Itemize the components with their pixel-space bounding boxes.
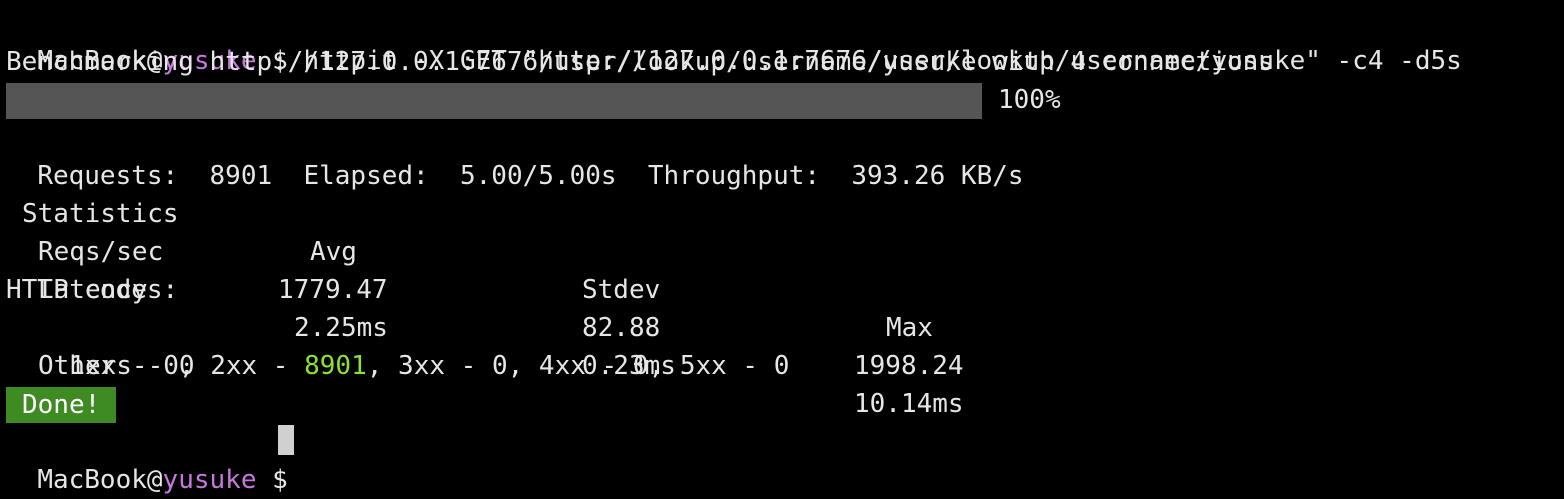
http-codes-label: HTTP codes:: [6, 275, 179, 305]
benchmarking-line: Benchmarking http://127.0.0.1:7676/user/…: [6, 47, 1274, 77]
stats-row: Reqs/sec 1779.47 82.88 1998.24: [0, 195, 1564, 381]
http-codes-line: 1xx - 0, 2xx - 8901, 3xx - 0, 4xx - 0, 5…: [38, 309, 789, 381]
stats-row-avg: 1779.47: [278, 275, 388, 305]
stats-row-max: 10.14ms: [854, 389, 964, 419]
http-codes-suffix: , 3xx - 0, 4xx - 0, 5xx - 0: [366, 351, 790, 381]
stats-header-row: Statistics Avg Stdev Max: [0, 157, 1564, 343]
stats-header-stdev: Stdev: [582, 275, 661, 305]
progress-fill: [6, 83, 982, 119]
summary-line: Requests: 8901 Elapsed: 5.00/5.00s Throu…: [6, 119, 1023, 191]
text-cursor[interactable]: [278, 425, 294, 455]
progress-label: 100%: [998, 85, 1061, 115]
stats-row: Latency 2.25ms 0.23ms 10.14ms: [0, 233, 1564, 419]
progress-bar: [6, 83, 982, 119]
stats-header-max: Max: [886, 313, 933, 343]
next-prompt-line: MacBook@yusuke $: [6, 423, 303, 495]
http-2xx-count: 8901: [304, 351, 367, 381]
next-prompt-symbol: $: [256, 465, 304, 495]
next-prompt-user: yusuke: [162, 465, 257, 495]
stats-row-max: 1998.24: [854, 351, 964, 381]
next-prompt-host: MacBook@: [37, 465, 163, 495]
http-codes-others: Others - 0: [38, 351, 195, 381]
command-line: MacBook@yusuke $ httpit -X GET "http://1…: [6, 4, 1461, 76]
done-badge: Done!: [6, 387, 117, 423]
